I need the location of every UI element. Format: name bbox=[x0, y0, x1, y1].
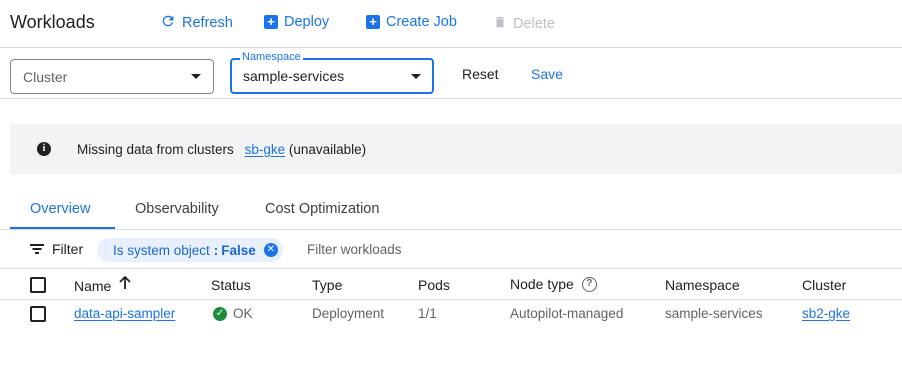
table-header bbox=[0, 269, 902, 299]
filter-label: Filter bbox=[52, 241, 84, 257]
filter-chip-system-object[interactable]: Is system object : False ✕ bbox=[97, 238, 283, 262]
column-header-namespace[interactable]: Namespace bbox=[665, 277, 740, 293]
create-job-button[interactable]: + Create Job bbox=[366, 14, 457, 30]
filter-workloads-input[interactable]: Filter workloads bbox=[307, 242, 402, 257]
delete-button[interactable]: Delete bbox=[493, 14, 555, 34]
column-header-name-label: Name bbox=[74, 277, 112, 294]
cluster-select[interactable]: Cluster bbox=[10, 59, 214, 94]
tab-overview[interactable]: Overview bbox=[30, 201, 90, 217]
pods-cell: 1/1 bbox=[418, 306, 437, 321]
column-header-node-type-label: Node type bbox=[510, 276, 574, 292]
refresh-icon bbox=[160, 13, 176, 33]
banner-cluster-link[interactable]: sb-gke bbox=[245, 142, 286, 157]
banner-text-before: Missing data from clusters bbox=[77, 141, 234, 157]
banner-text-after: (unavailable) bbox=[288, 141, 367, 157]
namespace-select-value: sample-services bbox=[243, 68, 345, 84]
create-job-label: Create Job bbox=[386, 14, 457, 30]
status-text: OK bbox=[233, 306, 253, 321]
add-box-icon: + bbox=[366, 15, 380, 29]
type-cell: Deployment bbox=[312, 306, 385, 321]
page-title: Workloads bbox=[10, 12, 95, 32]
column-header-node-type[interactable]: Node type ? bbox=[510, 276, 597, 292]
cluster-link[interactable]: sb2-gke bbox=[802, 306, 850, 321]
column-header-name[interactable]: Name bbox=[74, 275, 131, 295]
chevron-down-icon bbox=[411, 73, 421, 79]
table-row: data-api-sampler ✓ OK Deployment 1/1 Aut… bbox=[0, 300, 902, 328]
header-divider bbox=[0, 47, 902, 48]
filter-list-icon bbox=[30, 244, 44, 254]
tabs-divider bbox=[0, 229, 902, 230]
info-icon: i bbox=[37, 142, 51, 156]
tab-observability[interactable]: Observability bbox=[135, 201, 219, 217]
tab-cost-optimization[interactable]: Cost Optimization bbox=[265, 201, 379, 217]
filter-chip-separator: : bbox=[213, 242, 219, 258]
refresh-button[interactable]: Refresh bbox=[160, 13, 233, 33]
reset-button[interactable]: Reset bbox=[462, 66, 499, 82]
filter-chip-value: False bbox=[221, 242, 256, 258]
status-cell: ✓ OK bbox=[213, 306, 253, 321]
column-header-cluster[interactable]: Cluster bbox=[802, 277, 846, 293]
filter-row-divider bbox=[0, 98, 902, 99]
banner-text: Missing data from clusters sb-gke (unava… bbox=[77, 142, 366, 157]
node-type-cell: Autopilot-managed bbox=[510, 306, 624, 321]
cluster-select-placeholder: Cluster bbox=[23, 68, 68, 85]
row-checkbox[interactable] bbox=[30, 306, 46, 322]
namespace-cell: sample-services bbox=[665, 306, 763, 321]
delete-label: Delete bbox=[513, 16, 555, 32]
column-header-type[interactable]: Type bbox=[312, 277, 342, 293]
arrow-up-icon bbox=[119, 275, 131, 295]
chevron-down-icon bbox=[191, 74, 201, 79]
trash-icon bbox=[493, 14, 507, 34]
column-header-status[interactable]: Status bbox=[211, 277, 251, 293]
save-button[interactable]: Save bbox=[531, 66, 563, 82]
namespace-select-label: Namespace bbox=[240, 51, 303, 63]
filter-chip-key: Is system object bbox=[113, 242, 210, 258]
namespace-select[interactable]: sample-services bbox=[230, 58, 434, 94]
select-all-checkbox[interactable] bbox=[30, 277, 46, 293]
deploy-label: Deploy bbox=[284, 14, 330, 30]
deploy-button[interactable]: + Deploy bbox=[264, 14, 329, 30]
filter-button[interactable]: Filter bbox=[30, 241, 83, 257]
missing-data-banner: i Missing data from clusters sb-gke (una… bbox=[10, 124, 902, 174]
help-icon[interactable]: ? bbox=[581, 276, 597, 292]
column-header-pods[interactable]: Pods bbox=[418, 277, 450, 293]
close-icon[interactable]: ✕ bbox=[263, 243, 278, 257]
check-circle-icon: ✓ bbox=[213, 306, 227, 321]
workload-name-link[interactable]: data-api-sampler bbox=[74, 306, 175, 321]
add-box-icon: + bbox=[264, 15, 278, 29]
refresh-label: Refresh bbox=[182, 15, 233, 31]
